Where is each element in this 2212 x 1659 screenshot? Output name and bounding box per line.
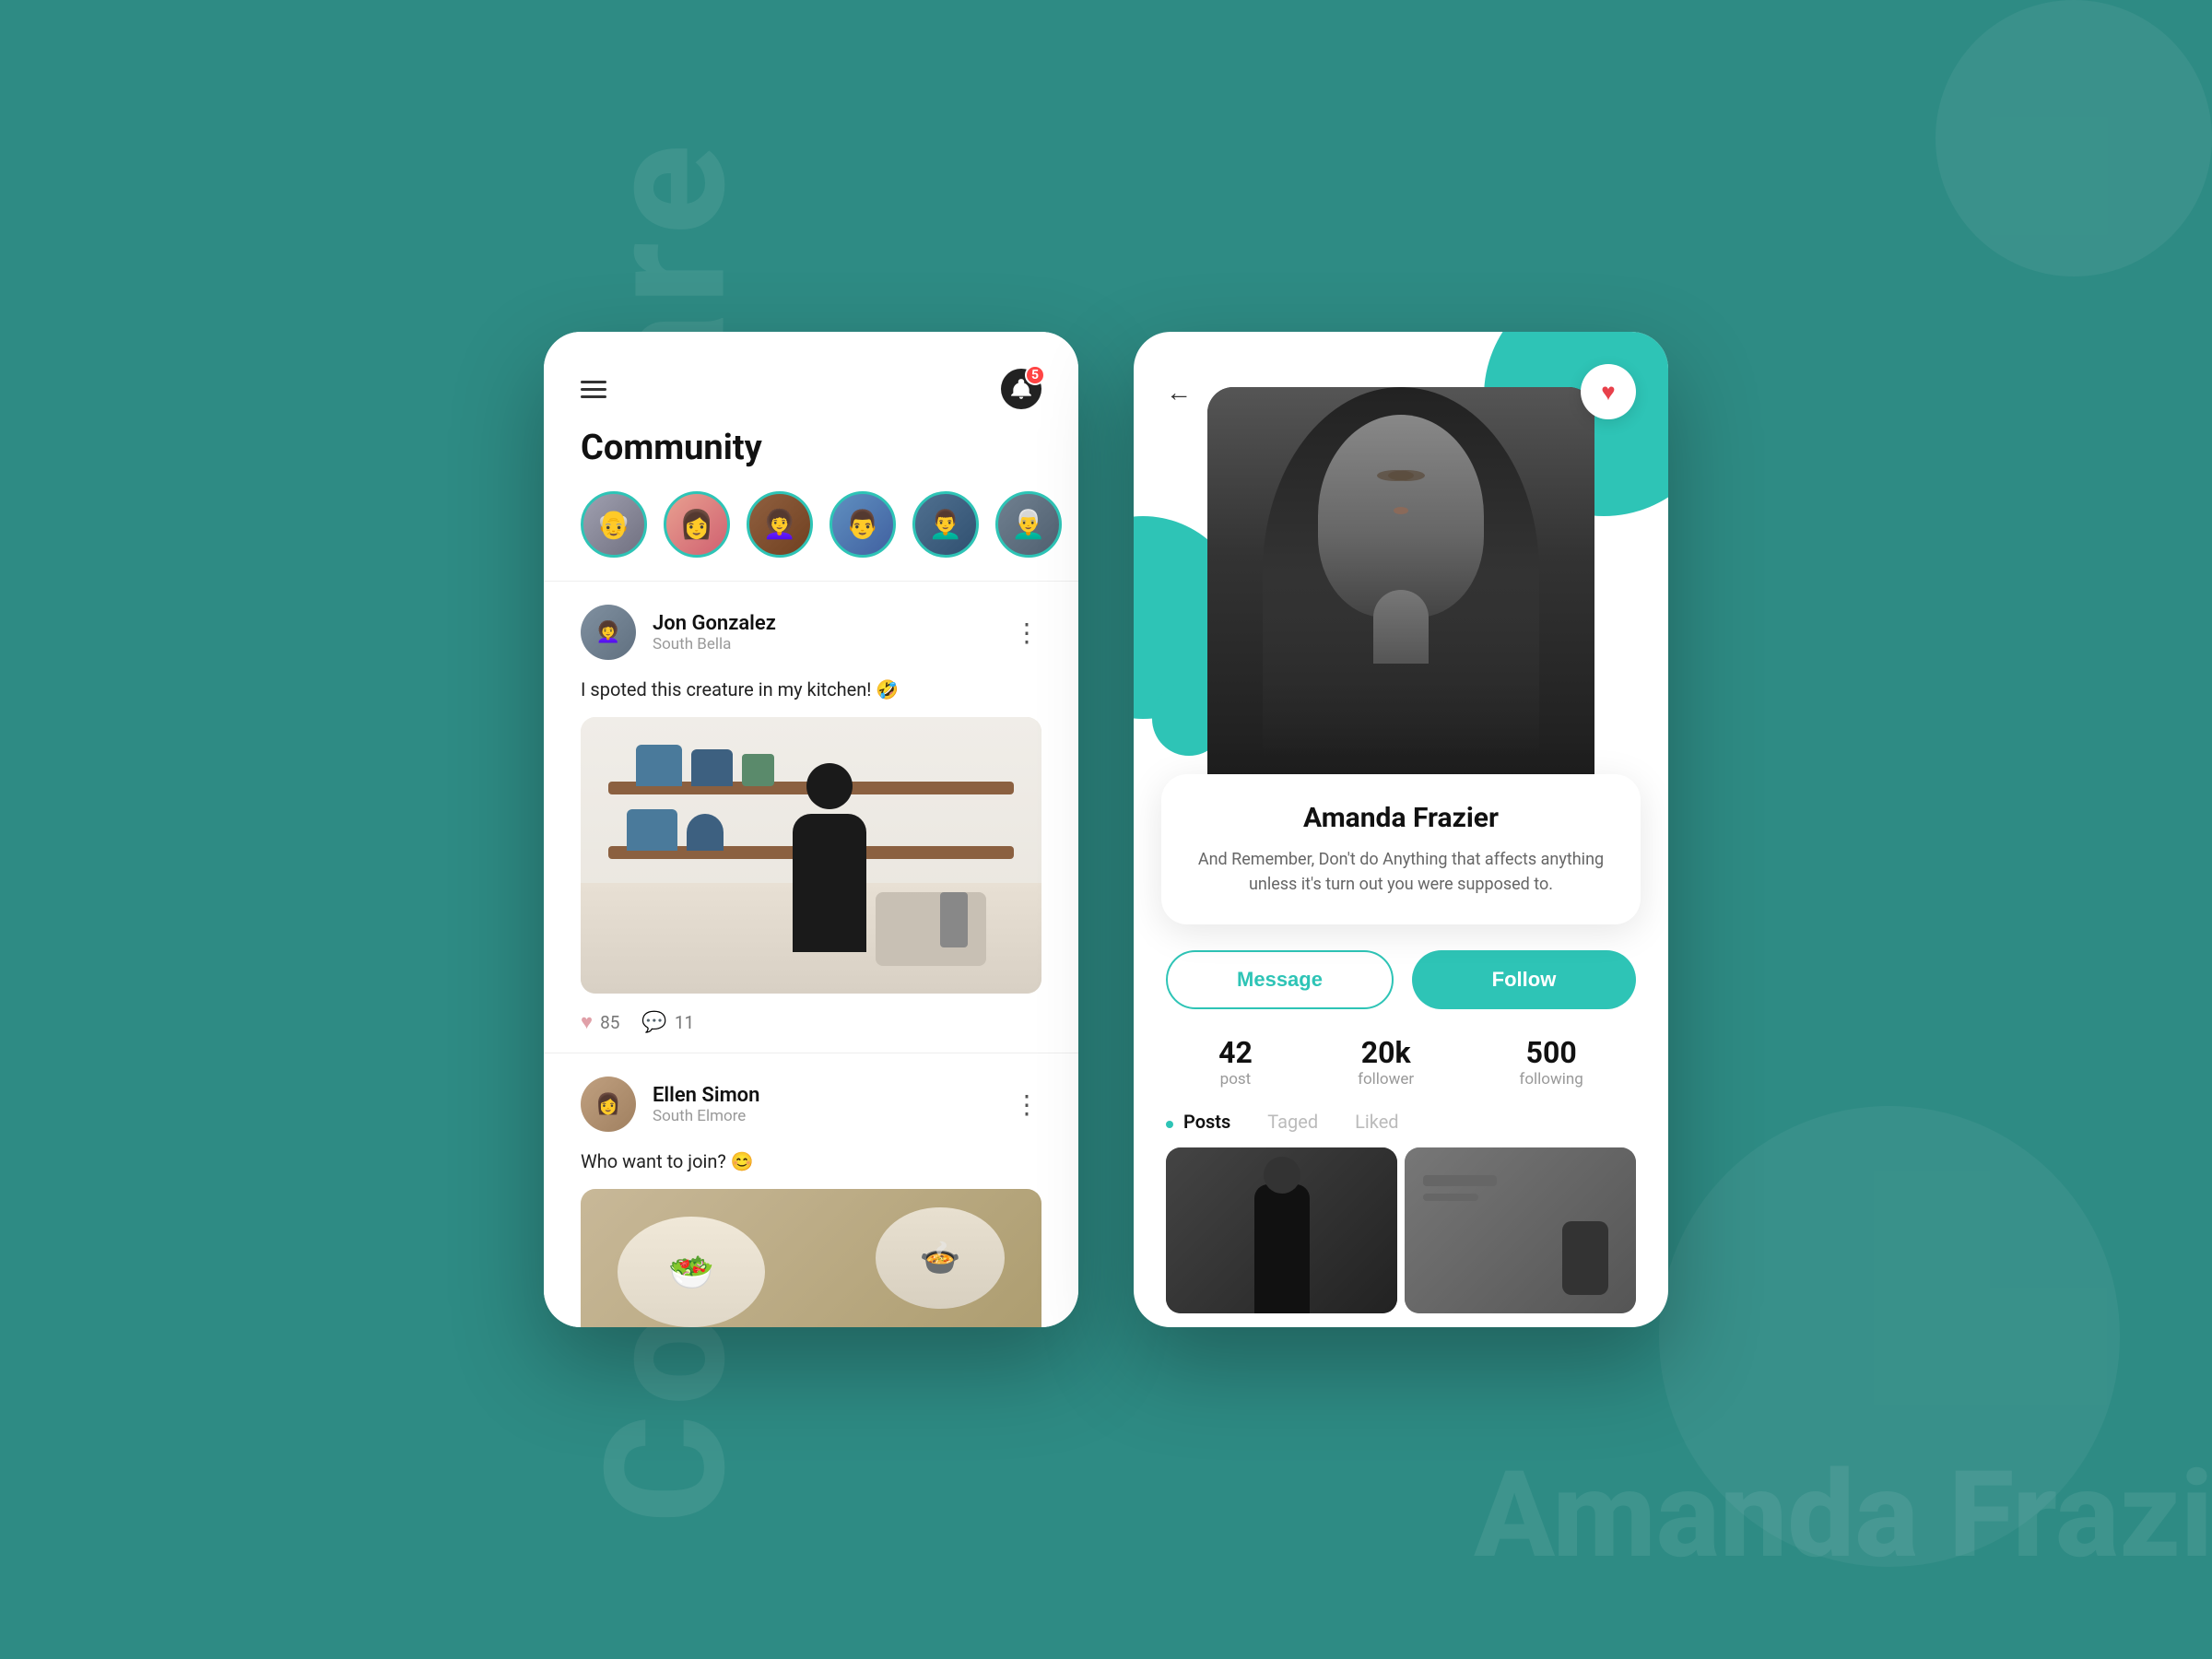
community-screen: 5 Community 👴 👩 👩‍🦱 👨 👨‍🦱 👨‍🦳 [544,332,1078,1327]
stat-following-label: following [1519,1070,1583,1088]
stat-posts-label: post [1218,1070,1253,1088]
stat-followers: 20k follower [1358,1035,1414,1088]
likes-number-1: 85 [600,1012,619,1033]
post-avatar-1: 👩‍🦱 [581,605,636,660]
post-user-info-2: Ellen Simon South Elmore [653,1084,1014,1125]
post-card-2: 👩 Ellen Simon South Elmore ⋮ Who want to… [544,1053,1078,1327]
post-location-2: South Elmore [653,1107,1014,1125]
profile-screen: ← ♥ Amanda Frazier [1134,332,1668,1327]
tab-taged-label: Taged [1267,1111,1318,1133]
post-user-info-1: Jon Gonzalez South Bella [653,612,1014,653]
heart-red-icon: ♥ [1601,378,1615,406]
comments-count-1[interactable]: 💬 11 [641,1011,694,1034]
photo-grid [1134,1147,1668,1313]
post-location-1: South Bella [653,635,1014,653]
post-username-1: Jon Gonzalez [653,612,1014,635]
post-text-2: Who want to join? 😊 [581,1148,1041,1174]
profile-photo [1207,387,1594,811]
tab-taged[interactable]: Taged [1267,1111,1318,1133]
stat-following: 500 following [1519,1035,1583,1088]
profile-card: Amanda Frazier And Remember, Don't do An… [1161,774,1641,924]
follow-button[interactable]: Follow [1412,950,1636,1009]
story-avatar-6[interactable]: 👨‍🦳 [995,491,1062,558]
story-avatar-2[interactable]: 👩 [664,491,730,558]
stats-row: 42 post 20k follower 500 following [1134,1009,1668,1088]
community-title: Community [544,428,1078,491]
profile-tabs: Posts Taged Liked [1134,1088,1668,1147]
tab-posts[interactable]: Posts [1166,1111,1230,1133]
more-icon-1[interactable]: ⋮ [1014,618,1041,648]
story-avatar-1[interactable]: 👴 [581,491,647,558]
screens-container: 5 Community 👴 👩 👩‍🦱 👨 👨‍🦱 👨‍🦳 [544,332,1668,1327]
notification-icon[interactable]: 5 [1001,369,1041,409]
kitchen-scene [581,717,1041,994]
more-icon-2[interactable]: ⋮ [1014,1089,1041,1120]
post-actions-1: ♥ 85 💬 11 [581,994,1041,1053]
profile-header: ← ♥ [1134,332,1668,419]
menu-icon[interactable] [581,381,606,398]
back-button[interactable]: ← [1166,377,1192,407]
favorite-button[interactable]: ♥ [1581,364,1636,419]
post-image-1 [581,717,1041,994]
post-header-1: 👩‍🦱 Jon Gonzalez South Bella ⋮ [581,605,1041,660]
portrait-face [1318,415,1484,618]
comments-number-1: 11 [675,1012,694,1033]
stat-following-number: 500 [1519,1035,1583,1070]
story-avatar-4[interactable]: 👨 [830,491,896,558]
left-header: 5 [544,332,1078,428]
post-card-1: 👩‍🦱 Jon Gonzalez South Bella ⋮ I spoted … [544,582,1078,1053]
tab-liked-label: Liked [1355,1111,1398,1133]
grid-photo-2[interactable] [1405,1147,1636,1313]
portrait-bg [1207,387,1594,811]
likes-count-1[interactable]: ♥ 85 [581,1010,619,1034]
post-header-2: 👩 Ellen Simon South Elmore ⋮ [581,1077,1041,1132]
message-button[interactable]: Message [1166,950,1394,1009]
grid-photo-1[interactable] [1166,1147,1397,1313]
stat-posts: 42 post [1218,1035,1253,1088]
story-avatar-5[interactable]: 👨‍🦱 [912,491,979,558]
profile-bio: And Remember, Don't do Anything that aff… [1194,847,1608,897]
action-buttons: Message Follow [1134,924,1668,1009]
story-avatar-3[interactable]: 👩‍🦱 [747,491,813,558]
tab-posts-label: Posts [1183,1111,1230,1133]
post-text-1: I spoted this creature in my kitchen! 🤣 [581,677,1041,702]
heart-icon: ♥ [581,1010,593,1034]
post-avatar-2: 👩 [581,1077,636,1132]
stat-posts-number: 42 [1218,1035,1253,1070]
bg-circle-top-right [1936,0,2212,276]
profile-name: Amanda Frazier [1194,802,1608,834]
stories-row: 👴 👩 👩‍🦱 👨 👨‍🦱 👨‍🦳 [544,491,1078,581]
tab-active-dot [1166,1121,1173,1128]
post-username-2: Ellen Simon [653,1084,1014,1107]
bg-text-right: Amanda Frazier [1474,1444,2212,1585]
comment-icon: 💬 [641,1011,666,1034]
food-image: 🥗 🍲 🍯 [581,1189,1041,1327]
tab-liked[interactable]: Liked [1355,1111,1398,1133]
stat-followers-number: 20k [1358,1035,1414,1070]
notification-badge: 5 [1025,365,1045,385]
stat-followers-label: follower [1358,1070,1414,1088]
